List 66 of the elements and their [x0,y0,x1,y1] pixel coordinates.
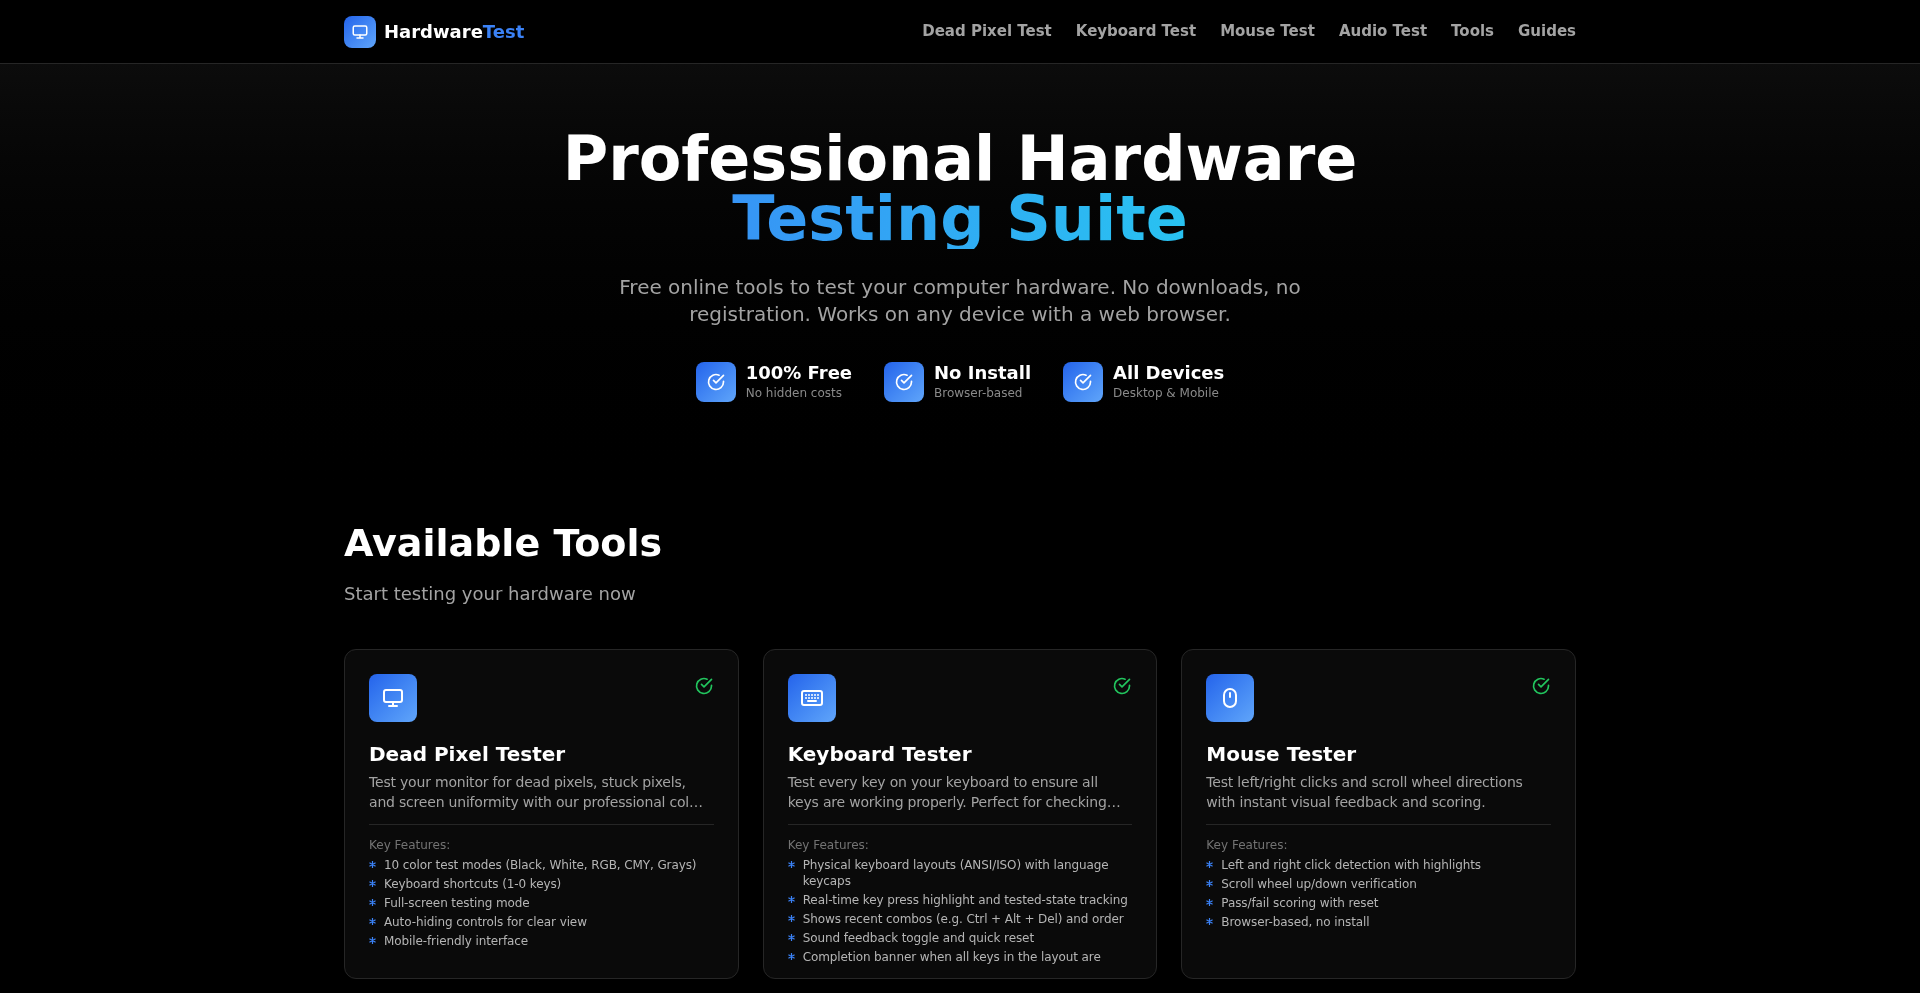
bullet-icon [1206,861,1214,868]
card-description: Test your monitor for dead pixels, stuck pixels, and screen uniformity with our professional col… [369,773,704,812]
badge-caption: Browser-based [934,385,1024,402]
feature-item: Auto-hiding controls for clear view [384,914,587,930]
tool-card[interactable] [762,649,1158,979]
badge-caption: Desktop & Mobile [1113,385,1220,402]
monitor-logo-icon [344,15,376,48]
bullet-icon [787,861,795,868]
check-circle-icon [1531,676,1551,696]
feature-item: Mobile-friendly interface [384,933,529,949]
feature-item: Browser-based, no install [1221,914,1370,930]
check-circle-icon [693,676,714,696]
bullet-icon [787,934,795,941]
check-circle-icon [1112,676,1133,696]
keyboard-icon [787,674,836,722]
nav-link[interactable]: Guides [1518,20,1576,43]
features-label: Key Features: [1206,837,1289,854]
bullet-icon [369,880,376,887]
bullet-icon [787,915,795,922]
card-title: Dead Pixel Tester [369,741,567,768]
bullet-icon [787,896,795,903]
bullet-icon [1206,918,1214,925]
hero-subtitle: Free online tools to test your computer hardware. No downloads, no registration. Works on any device with a web browser. [618,274,1302,328]
tool-card[interactable] [344,649,739,979]
bullet-icon [369,937,376,944]
mouse-icon [1206,674,1255,722]
bullet-icon [1206,880,1214,887]
check-icon [884,362,925,402]
check-icon [1063,362,1104,402]
bullet-icon [1206,899,1214,906]
nav-link[interactable]: Keyboard Test [1075,20,1197,43]
tool-card[interactable] [1181,649,1576,979]
card-title: Keyboard Tester [787,741,973,768]
monitor-icon [369,674,417,722]
section-subheading: Start testing your hardware now [344,582,637,606]
feature-item: Physical keyboard layouts (ANSI/ISO) with language keycaps [802,857,1110,889]
check-icon [695,362,736,402]
badge-title: 100% Free [745,362,853,384]
bullet-icon [369,899,376,906]
feature-item: Left and right click detection with highlights [1221,857,1481,873]
feature-item: Full-screen testing mode [384,895,530,911]
nav-link[interactable]: Dead Pixel Test [922,20,1052,43]
site-logo[interactable]: HardwareTest [384,17,525,46]
feature-item: Completion banner when all keys in the layout are [802,949,1101,965]
section-heading: Available Tools [344,520,664,566]
feature-item: 10 color test modes (Black, White, RGB, CMY, Grays) [384,857,697,873]
feature-item: Keyboard shortcuts (1-0 keys) [384,876,562,892]
nav-link[interactable]: Tools [1451,20,1494,43]
badge-title: All Devices [1113,362,1225,384]
card-description: Test every key on your keyboard to ensure all keys are working properly. Perfect for checking… [787,773,1122,812]
features-label: Key Features: [369,837,452,854]
feature-item: Sound feedback toggle and quick reset [802,930,1034,946]
badge-title: No Install [934,362,1032,384]
bullet-icon [787,953,795,960]
feature-item: Pass/fail scoring with reset [1221,895,1379,911]
bullet-icon [369,918,376,925]
feature-item: Real-time key press highlight and tested-state tracking [802,892,1128,908]
card-description: Test left/right clicks and scroll wheel directions with instant visual feedback and scoring. [1206,773,1524,812]
features-label: Key Features: [787,837,870,854]
badge-caption: No hidden costs [745,385,843,402]
feature-item: Scroll wheel up/down verification [1221,876,1417,892]
feature-item: Shows recent combos (e.g. Ctrl + Alt + Del) and order [802,911,1124,927]
card-title: Mouse Tester [1206,741,1358,768]
nav-link[interactable]: Audio Test [1338,20,1428,43]
bullet-icon [369,861,376,868]
nav-link[interactable]: Mouse Test [1220,20,1315,43]
